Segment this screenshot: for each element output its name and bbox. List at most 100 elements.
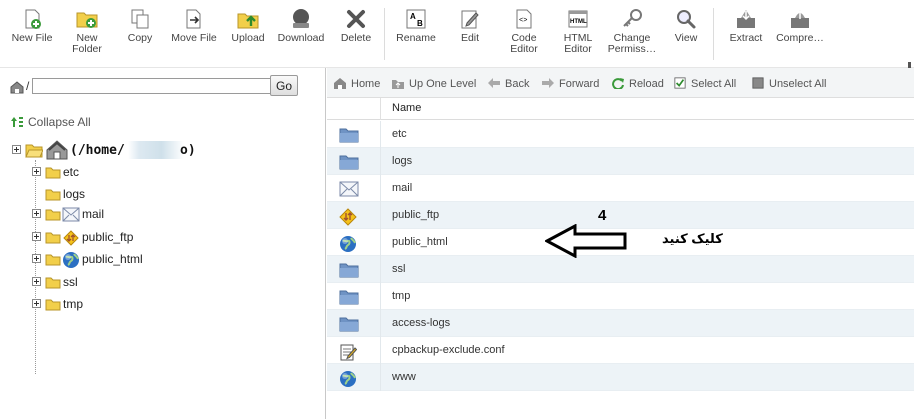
up-one-level-button[interactable]: Up One Level bbox=[391, 77, 476, 90]
delete-button[interactable]: Delete bbox=[326, 6, 386, 44]
move-file-button[interactable]: Move File bbox=[164, 6, 224, 44]
annotation-instruction: کلیک کنید bbox=[662, 231, 723, 246]
reload-button[interactable]: Reload bbox=[611, 77, 664, 90]
code-editor-button[interactable]: <> Code Editor bbox=[494, 6, 554, 55]
file-name: public_ftp bbox=[392, 209, 440, 221]
path-input[interactable] bbox=[32, 78, 272, 94]
tree-expand-toggle[interactable] bbox=[32, 299, 41, 308]
tree-item-etc[interactable]: etc bbox=[32, 163, 282, 183]
row-icon-cell[interactable] bbox=[327, 175, 381, 202]
tree-expand-toggle[interactable] bbox=[32, 232, 41, 241]
edit-button[interactable]: Edit bbox=[440, 6, 500, 44]
select-all-button[interactable]: Select All bbox=[673, 77, 736, 90]
row-icon-cell[interactable] bbox=[327, 283, 381, 310]
tree-root-suffix: o) bbox=[180, 143, 196, 158]
unselect-all-button[interactable]: Unselect All bbox=[751, 77, 826, 90]
arrow-left-icon bbox=[488, 78, 500, 88]
row-icon-cell[interactable] bbox=[327, 121, 381, 148]
up-folder-icon bbox=[392, 80, 404, 89]
rename-button[interactable]: AB Rename bbox=[386, 6, 446, 44]
forward-label: Forward bbox=[559, 78, 600, 90]
back-button[interactable]: Back bbox=[487, 77, 529, 90]
folder-icon bbox=[339, 263, 359, 278]
extract-label: Extract bbox=[729, 32, 763, 44]
view-icon bbox=[677, 10, 696, 29]
upload-button[interactable]: Upload bbox=[218, 6, 278, 44]
checkbox-empty-icon bbox=[752, 77, 764, 89]
tree-item-tmp[interactable]: tmp bbox=[32, 295, 282, 315]
upload-icon bbox=[237, 13, 259, 29]
copy-button[interactable]: Copy bbox=[110, 6, 170, 44]
row-icon-cell[interactable] bbox=[327, 202, 381, 229]
html-editor-icon: HTML bbox=[568, 10, 588, 28]
tree-item-logs[interactable]: logs bbox=[32, 185, 282, 205]
new-folder-button[interactable]: New Folder bbox=[57, 6, 117, 55]
table-row[interactable]: ssl bbox=[327, 256, 914, 283]
row-icon-cell[interactable] bbox=[327, 148, 381, 175]
ftp-icon bbox=[339, 208, 357, 226]
home-button[interactable]: Home bbox=[333, 77, 380, 90]
tree-expand-toggle[interactable] bbox=[32, 209, 41, 218]
forward-button[interactable]: Forward bbox=[541, 77, 599, 90]
table-row[interactable]: mail bbox=[327, 175, 914, 202]
row-icon-cell[interactable] bbox=[327, 337, 381, 364]
open-folder-icon bbox=[25, 144, 43, 158]
table-row[interactable]: cpbackup-exclude.conf bbox=[327, 337, 914, 364]
tree-item-public-html[interactable]: public_html bbox=[32, 250, 282, 270]
home-icon bbox=[10, 81, 24, 94]
view-label: View bbox=[674, 32, 698, 44]
view-button[interactable]: View bbox=[656, 6, 716, 44]
name-column-header[interactable]: Name bbox=[392, 102, 421, 114]
tree-collapse-toggle[interactable] bbox=[12, 145, 21, 154]
icon-column-header bbox=[327, 98, 381, 120]
compress-button[interactable]: Compre… bbox=[770, 6, 830, 44]
extract-button[interactable]: Extract bbox=[716, 6, 776, 44]
tree-item-public-ftp[interactable]: public_ftp bbox=[32, 228, 282, 248]
row-icon-cell[interactable] bbox=[327, 256, 381, 283]
change-permissions-button[interactable]: Change Permiss… bbox=[602, 6, 662, 55]
navigation-bar: Home Up One Level Back Forward Reload Se… bbox=[327, 68, 914, 98]
tree-item-label: tmp bbox=[63, 297, 84, 311]
go-button[interactable]: Go bbox=[270, 75, 298, 96]
globe-icon bbox=[340, 371, 356, 387]
row-icon-cell[interactable] bbox=[327, 229, 381, 256]
edit-label: Edit bbox=[460, 32, 480, 44]
row-icon-cell[interactable] bbox=[327, 364, 381, 391]
table-row[interactable]: etc bbox=[327, 121, 914, 148]
download-button[interactable]: Download bbox=[271, 6, 331, 44]
annotation-arrow-icon bbox=[545, 224, 627, 258]
table-row[interactable]: access-logs bbox=[327, 310, 914, 337]
tree-expand-toggle[interactable] bbox=[32, 167, 41, 176]
tree-expand-toggle[interactable] bbox=[32, 277, 41, 286]
folder-icon bbox=[45, 299, 61, 311]
tree-root-home[interactable]: (/home/ o) bbox=[10, 140, 310, 162]
step-number-annotation: 4 bbox=[598, 207, 607, 224]
tree-expand-toggle[interactable] bbox=[32, 254, 41, 263]
tree-root-label: (/home/ bbox=[70, 143, 125, 158]
new-file-button[interactable]: New File bbox=[2, 6, 62, 44]
folder-icon bbox=[45, 277, 61, 289]
table-row[interactable]: www bbox=[327, 364, 914, 391]
folder-icon bbox=[45, 232, 61, 244]
table-row[interactable]: logs bbox=[327, 148, 914, 175]
home-label: Home bbox=[351, 78, 381, 90]
tree-item-mail[interactable]: mail bbox=[32, 205, 282, 225]
extract-icon bbox=[737, 10, 755, 28]
table-row[interactable]: tmp bbox=[327, 283, 914, 310]
html-editor-button[interactable]: HTML HTML Editor bbox=[548, 6, 608, 55]
upload-label: Upload bbox=[231, 32, 265, 44]
table-header: Name bbox=[327, 98, 914, 120]
file-name: mail bbox=[392, 182, 413, 194]
collapse-all-button[interactable]: Collapse All bbox=[10, 115, 91, 129]
code-editor-label: Code Editor bbox=[510, 32, 538, 55]
reload-icon bbox=[612, 78, 624, 89]
reload-label: Reload bbox=[629, 78, 664, 90]
change-permissions-label: Change Permiss… bbox=[607, 32, 657, 55]
change-permissions-icon bbox=[623, 9, 642, 27]
delete-icon bbox=[347, 10, 365, 28]
row-icon-cell[interactable] bbox=[327, 310, 381, 337]
tree-item-ssl[interactable]: ssl bbox=[32, 273, 282, 293]
folder-icon bbox=[339, 290, 359, 305]
download-label: Download bbox=[277, 32, 325, 44]
file-name: cpbackup-exclude.conf bbox=[392, 344, 505, 356]
